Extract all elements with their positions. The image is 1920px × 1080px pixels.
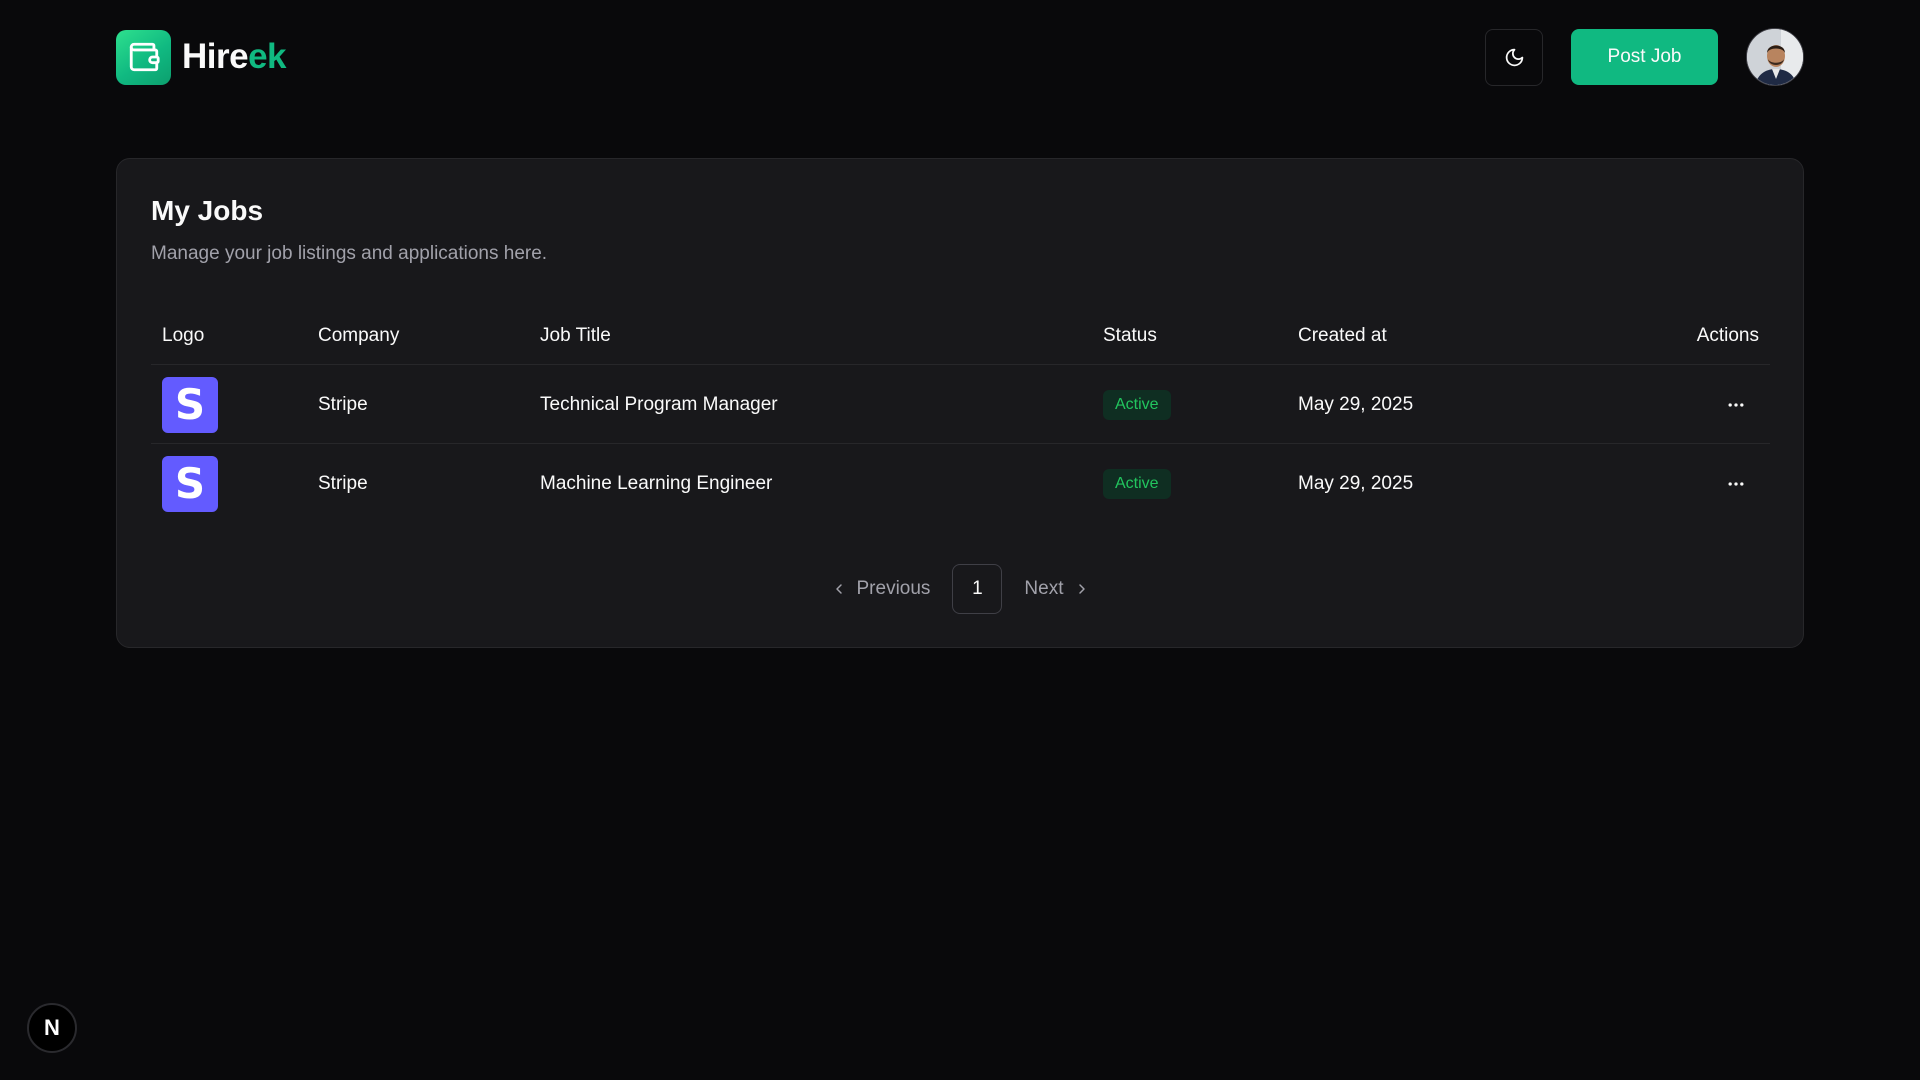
company-logo: S: [162, 376, 218, 433]
top-header: Hire ek Post Job: [116, 28, 1804, 86]
created-at-cell: May 29, 2025: [1298, 472, 1414, 494]
job-title-cell: Technical Program Manager: [540, 393, 778, 415]
table-header: Logo Company Job Title Status Created at…: [151, 307, 1770, 365]
pagination: Previous 1 Next: [117, 564, 1803, 614]
brand[interactable]: Hire ek: [116, 29, 287, 85]
more-horizontal-icon: [1726, 474, 1746, 494]
page-1-button[interactable]: 1: [952, 564, 1003, 614]
column-header-logo: Logo: [162, 325, 205, 346]
previous-page-button[interactable]: Previous: [823, 564, 939, 614]
actions-cell: [1718, 444, 1759, 523]
nextjs-badge-label: N: [44, 1015, 60, 1040]
status-badge: Active: [1103, 468, 1171, 499]
brand-name-part1: Hire: [182, 37, 249, 76]
company-cell: Stripe: [318, 472, 368, 494]
moon-icon: [1504, 47, 1525, 68]
my-jobs-card: My Jobs Manage your job listings and app…: [116, 158, 1804, 648]
column-header-status: Status: [1103, 325, 1157, 346]
status-cell: Active: [1103, 444, 1171, 523]
status-badge: Active: [1103, 389, 1171, 420]
row-actions-button[interactable]: [1718, 387, 1754, 423]
status-cell: Active: [1103, 365, 1171, 444]
post-job-button[interactable]: Post Job: [1571, 29, 1718, 85]
jobs-table: Logo Company Job Title Status Created at…: [151, 307, 1770, 523]
wallet-icon: [116, 29, 171, 85]
column-header-job-title: Job Title: [540, 325, 611, 346]
previous-page-label: Previous: [856, 578, 931, 599]
created-at-cell: May 29, 2025: [1298, 393, 1414, 415]
next-page-label: Next: [1024, 578, 1064, 599]
logo-cell: S: [162, 365, 218, 444]
chevron-right-icon: [1074, 581, 1090, 597]
actions-cell: [1718, 365, 1759, 444]
next-page-button[interactable]: Next: [1016, 564, 1097, 614]
page-title: My Jobs: [151, 195, 264, 226]
column-header-company: Company: [318, 325, 400, 346]
chevron-left-icon: [831, 581, 847, 597]
table-row: S Stripe Technical Program Manager Activ…: [151, 365, 1770, 444]
page-description: Manage your job listings and application…: [151, 243, 548, 264]
brand-name-part2: ek: [248, 37, 287, 76]
nextjs-dev-badge[interactable]: N: [27, 1003, 77, 1053]
theme-toggle-button[interactable]: [1485, 28, 1543, 86]
job-title-cell: Machine Learning Engineer: [540, 472, 773, 494]
table-row: S Stripe Machine Learning Engineer Activ…: [151, 444, 1770, 523]
logo-cell: S: [162, 444, 218, 523]
column-header-created-at: Created at: [1298, 325, 1387, 346]
more-horizontal-icon: [1726, 395, 1746, 415]
brand-name: Hire ek: [182, 37, 287, 77]
company-logo: S: [162, 455, 218, 512]
company-cell: Stripe: [318, 393, 368, 415]
header-actions: Post Job: [1485, 28, 1804, 86]
column-header-actions: Actions: [1696, 325, 1759, 346]
row-actions-button[interactable]: [1718, 466, 1754, 502]
avatar[interactable]: [1746, 28, 1804, 86]
